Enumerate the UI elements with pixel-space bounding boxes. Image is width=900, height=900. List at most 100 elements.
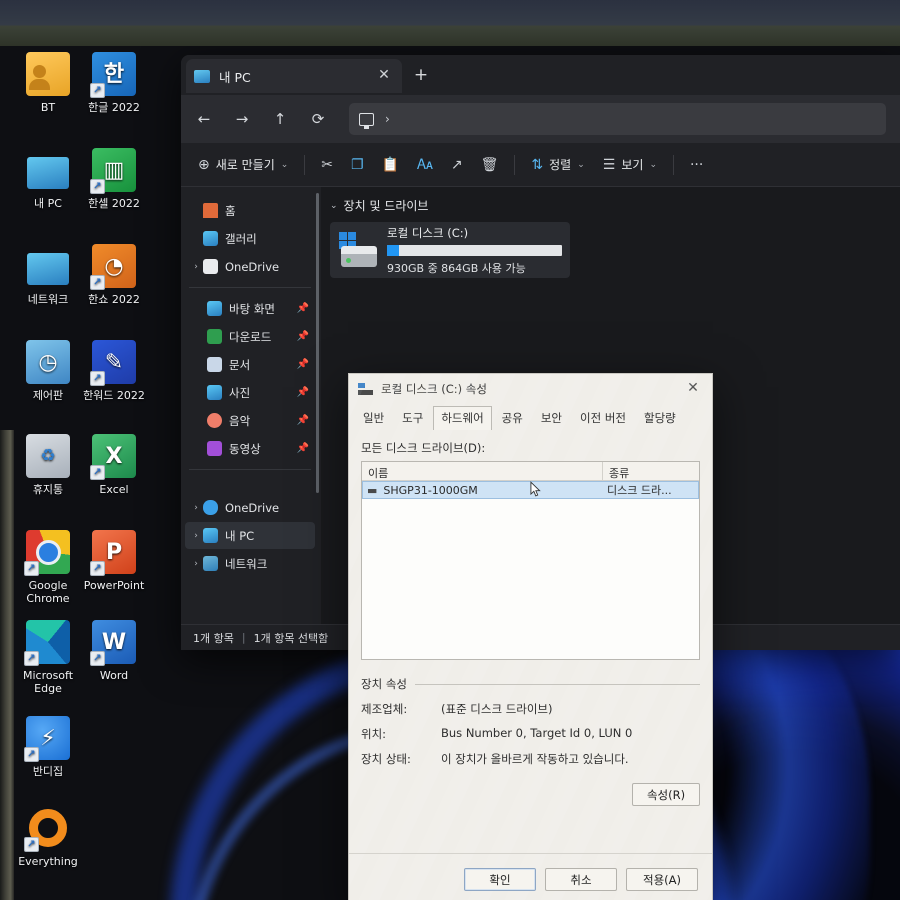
desktop-icon-word[interactable]: W ↗ Word: [74, 620, 154, 682]
pin-icon[interactable]: 📌: [297, 387, 315, 398]
address-bar[interactable]: ›: [349, 103, 886, 135]
chevron-right-icon[interactable]: ›: [385, 112, 390, 126]
up-button[interactable]: ↑: [263, 103, 297, 135]
row-type-cell: 디스크 드라...: [607, 484, 672, 497]
windows-desktop[interactable]: BT 한 ↗ 한글 2022 내 PC ▥ ↗ 한셀 2022 네트워크 ◔ ↗ 한쇼…: [0, 46, 900, 900]
desktop-icon-hancell-2022[interactable]: ▥ ↗ 한셀 2022: [74, 148, 154, 210]
share-button[interactable]: ↗: [442, 149, 472, 181]
pin-icon[interactable]: 📌: [297, 443, 315, 454]
desktop-icon-hanword-2022[interactable]: ✎ ↗ 한워드 2022: [74, 340, 154, 402]
shortcut-arrow-icon: ↗: [24, 837, 39, 852]
desktop-icon-hangul-2022[interactable]: 한 ↗ 한글 2022: [74, 52, 154, 114]
sidebar-item-onedrive[interactable]: › OneDrive: [185, 494, 315, 521]
cancel-button[interactable]: 취소: [545, 868, 617, 891]
shortcut-arrow-icon: ↗: [90, 275, 105, 290]
more-options-button[interactable]: ···: [681, 149, 712, 181]
rename-button[interactable]: 🗛: [408, 149, 442, 181]
dialog-titlebar[interactable]: 로컬 디스크 (C:) 속성 ✕: [349, 374, 712, 404]
copy-button[interactable]: ❐: [342, 149, 373, 181]
device-properties-button[interactable]: 속성(R): [632, 783, 700, 806]
sidebar-item-videos[interactable]: 동영상 📌: [185, 435, 315, 462]
tab-quota[interactable]: 할당량: [636, 406, 684, 430]
chevron-right-icon[interactable]: ›: [189, 262, 203, 272]
disk-drives-listbox[interactable]: 이름 종류 ▬ SHGP31-1000GM 디스크 드라...: [361, 461, 700, 660]
sort-button[interactable]: ⇅ 정렬 ⌄: [522, 149, 593, 181]
desktop-icon-powerpoint[interactable]: P ↗ PowerPoint: [74, 530, 154, 592]
ok-button[interactable]: 확인: [464, 868, 536, 891]
tab-sharing[interactable]: 공유: [494, 406, 531, 430]
sidebar-item-desktop[interactable]: 바탕 화면 📌: [185, 295, 315, 322]
desktop-icon-label: 한쇼 2022: [88, 293, 140, 306]
tab-previous-versions[interactable]: 이전 버전: [572, 406, 634, 430]
dialog-tab-strip: 일반 도구 하드웨어 공유 보안 이전 버전 할당량: [349, 404, 712, 430]
drive-tile-local-disk-c[interactable]: 로컬 디스크 (C:) 930GB 중 864GB 사용 가능: [330, 222, 570, 278]
chevron-right-icon[interactable]: ›: [189, 559, 203, 569]
close-icon[interactable]: ✕: [374, 66, 394, 86]
delete-button[interactable]: 🗑: [472, 149, 508, 181]
desktop-icon-everything[interactable]: ↗ Everything: [8, 806, 88, 868]
sidebar-item-label: 내 PC: [225, 528, 255, 543]
forward-button[interactable]: →: [225, 103, 259, 135]
chevron-right-icon[interactable]: ›: [189, 503, 203, 513]
tab-security[interactable]: 보안: [533, 406, 570, 430]
sidebar-item-network[interactable]: › 네트워크: [185, 550, 315, 577]
refresh-button[interactable]: ⟳: [301, 103, 335, 135]
sidebar-item-gallery[interactable]: 갤러리: [185, 225, 315, 252]
chrome-icon: ↗: [24, 530, 70, 576]
navigation-pane[interactable]: 홈 갤러리 › OneDrive 바탕 화면 📌 다운로드 📌 문서 📌 사진 …: [181, 187, 321, 624]
scissors-icon: ✂: [321, 156, 334, 173]
desktop-icon-bandizip[interactable]: ⚡ ↗ 반디집: [8, 716, 88, 778]
desktop-icon-label: Google Chrome: [26, 579, 70, 605]
column-header-name[interactable]: 이름: [362, 462, 603, 480]
view-button[interactable]: ☰ 보기 ⌄: [594, 149, 666, 181]
tab-hardware[interactable]: 하드웨어: [433, 406, 492, 430]
chevron-right-icon[interactable]: ›: [189, 531, 203, 541]
desktop-icon-excel[interactable]: X ↗ Excel: [74, 434, 154, 496]
desktop-icon-hanshow-2022[interactable]: ◔ ↗ 한쇼 2022: [74, 244, 154, 306]
new-tab-button[interactable]: +: [409, 64, 433, 88]
close-icon[interactable]: ✕: [680, 378, 706, 400]
sidebar-item-label: 음악: [229, 413, 251, 428]
sidebar-item-music[interactable]: 음악 📌: [185, 407, 315, 434]
column-header-type[interactable]: 종류: [603, 462, 699, 480]
ellipsis-icon: ···: [689, 156, 704, 173]
listbox-header: 이름 종류: [362, 462, 699, 481]
tab-tools[interactable]: 도구: [394, 406, 431, 430]
desktop-icon-label: 내 PC: [34, 197, 62, 210]
downloads-icon: [207, 329, 222, 344]
pin-icon[interactable]: 📌: [297, 415, 315, 426]
pin-icon[interactable]: 📌: [297, 359, 315, 370]
sidebar-item-this-pc[interactable]: › 내 PC: [185, 522, 315, 549]
file-icon: [203, 259, 218, 274]
paste-button[interactable]: 📋: [373, 149, 408, 181]
drive-capacity-bar: [387, 244, 562, 256]
chevron-down-icon[interactable]: ⌄: [330, 201, 338, 211]
back-button[interactable]: ←: [187, 103, 221, 135]
cut-button[interactable]: ✂: [312, 149, 342, 181]
videos-icon: [207, 441, 222, 456]
drives-group-header[interactable]: ⌄ 장치 및 드라이브: [330, 197, 900, 214]
status-divider: |: [241, 631, 246, 644]
explorer-tab-this-pc[interactable]: 내 PC ✕: [186, 59, 402, 93]
new-button[interactable]: ⊕ 새로 만들기 ⌄: [189, 149, 297, 181]
navpane-scrollbar[interactable]: [316, 193, 319, 493]
sidebar-item-pictures[interactable]: 사진 📌: [185, 379, 315, 406]
pin-icon[interactable]: 📌: [297, 331, 315, 342]
sidebar-item-downloads[interactable]: 다운로드 📌: [185, 323, 315, 350]
sidebar-item-onedrive-top[interactable]: › OneDrive: [185, 253, 315, 280]
sidebar-item-home[interactable]: 홈: [185, 197, 315, 224]
documents-icon: [207, 357, 222, 372]
sidebar-item-label: 문서: [229, 357, 251, 372]
desktop-icon-label: 한워드 2022: [83, 389, 145, 402]
property-manufacturer: 제조업체: (표준 디스크 드라이브): [361, 701, 700, 717]
tab-general[interactable]: 일반: [355, 406, 392, 430]
this-pc-icon: [26, 148, 70, 192]
properties-dialog[interactable]: 로컬 디스크 (C:) 속성 ✕ 일반 도구 하드웨어 공유 보안 이전 버전 …: [348, 373, 713, 900]
property-key: 제조업체:: [361, 702, 408, 716]
explorer-titlebar[interactable]: 내 PC ✕ +: [181, 55, 900, 95]
chevron-down-icon: ⌄: [577, 159, 585, 170]
pin-icon[interactable]: 📌: [297, 303, 315, 314]
apply-button[interactable]: 적용(A): [626, 868, 698, 891]
sidebar-item-documents[interactable]: 문서 📌: [185, 351, 315, 378]
table-row[interactable]: ▬ SHGP31-1000GM 디스크 드라...: [362, 481, 699, 499]
